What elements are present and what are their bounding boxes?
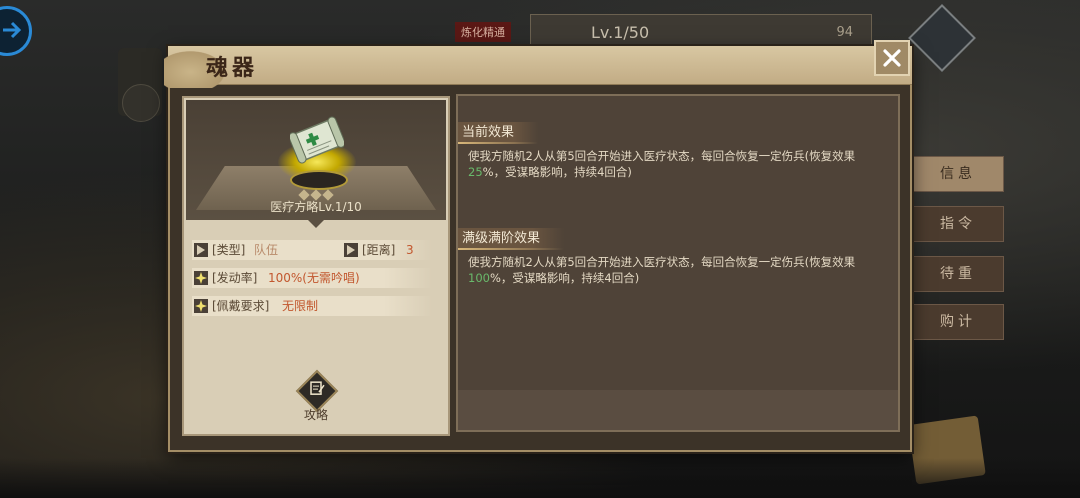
attr-type-value: 队伍 [254, 243, 279, 257]
banner-icon [344, 243, 358, 257]
background-diamond-icon [908, 4, 976, 72]
banner-icon [194, 243, 208, 257]
dialog-title: 魂器 [206, 55, 259, 81]
stage-pointer-icon [308, 220, 324, 228]
current-effect-text-after: %，受谋略影响，持续4回合) [482, 165, 632, 179]
max-effect-text-after: %，受谋略影响，持续4回合) [489, 271, 640, 285]
soul-artifact-dialog: 魂器 医疗方略Lv.1/10 [类型] 队伍 [距离] 3 [发动率] 100%… [164, 40, 912, 452]
attr-range-label: [距离] [362, 243, 396, 257]
item-level-dots [298, 184, 338, 201]
background-bottom-shade [0, 458, 1080, 498]
medical-scroll-icon[interactable] [290, 116, 344, 164]
current-effect-header: 当前效果 [458, 122, 539, 144]
item-name: 医疗方略Lv.1/10 [270, 200, 362, 214]
item-info-panel: 医疗方略Lv.1/10 [类型] 队伍 [距离] 3 [发动率] 100%(无需… [182, 96, 450, 436]
close-icon [883, 49, 901, 67]
attr-range-value: 3 [406, 243, 414, 257]
max-effect-percent: 100 [468, 271, 490, 285]
attr-row-equip: [佩戴要求] 无限制 [192, 296, 432, 316]
background-menu-command: 指令 [912, 206, 1004, 242]
background-side-icon-2 [122, 84, 160, 122]
attr-type-label: [类型] [212, 243, 246, 257]
back-button[interactable] [0, 6, 32, 56]
effect-panel-footer [458, 390, 898, 430]
burst-icon [194, 299, 208, 313]
background-menu-3: 待重 [912, 256, 1004, 292]
strategy-label: 攻略 [303, 408, 328, 422]
attr-rate-label: [发动率] [212, 271, 258, 285]
attr-row-rate: [发动率] 100%(无需吟唱) [192, 268, 432, 288]
attr-equip-value: 无限制 [282, 299, 319, 313]
effect-panel: 当前效果 使我方随机2人从第5回合开始进入医疗状态，每回合恢复一定伤兵(恢复效果… [456, 94, 900, 432]
attr-equip-label: [佩戴要求] [212, 299, 270, 313]
dialog-titlebar: 魂器 [164, 46, 912, 88]
attr-rate-value: 100%(无需吟唱) [268, 271, 360, 285]
current-effect-percent: 25 [468, 165, 483, 179]
background-tab-label: 炼化精通 [455, 22, 511, 42]
quill-note-icon [310, 381, 325, 395]
current-effect-text-before: 使我方随机2人从第5回合开始进入医疗状态，每回合恢复一定伤兵(恢复效果 [468, 149, 856, 163]
current-effect-text: 使我方随机2人从第5回合开始进入医疗状态，每回合恢复一定伤兵(恢复效果 25%，受… [468, 148, 892, 180]
burst-icon [194, 271, 208, 285]
max-effect-header: 满级满阶效果 [458, 228, 565, 250]
strategy-guide-button[interactable]: 攻略 [292, 369, 340, 426]
arrow-right-icon [3, 21, 22, 39]
attr-row-type-range: [类型] 队伍 [距离] 3 [192, 240, 432, 260]
close-button[interactable] [874, 40, 910, 76]
max-effect-text-before: 使我方随机2人从第5回合开始进入医疗状态，每回合恢复一定伤兵(恢复效果 [468, 255, 856, 269]
max-effect-text: 使我方随机2人从第5回合开始进入医疗状态，每回合恢复一定伤兵(恢复效果 100%，… [468, 254, 892, 286]
background-level-number: 94 [836, 25, 853, 40]
background-menu-info: 信息 [912, 156, 1004, 192]
background-menu-4: 购计 [912, 304, 1004, 340]
item-display-stage: 医疗方略Lv.1/10 [186, 100, 446, 220]
